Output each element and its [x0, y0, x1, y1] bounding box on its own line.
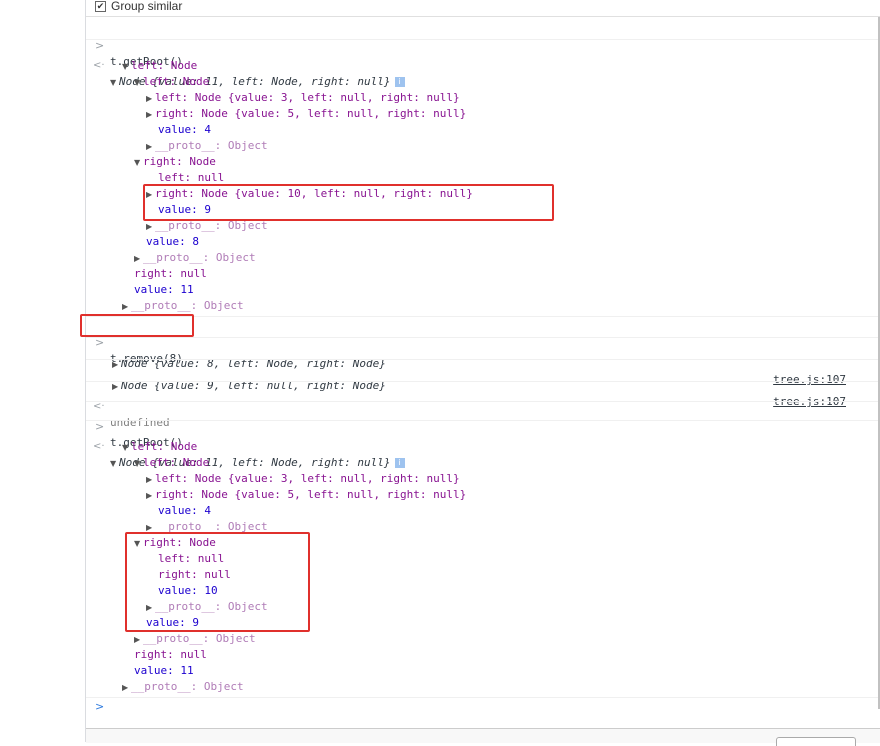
property-text: value: 11: [134, 283, 194, 296]
tree-property[interactable]: ▶ left: Node {value: 3, left: null, right…: [146, 471, 880, 487]
highlight-box: [143, 184, 554, 221]
property-text: right: null: [134, 648, 207, 661]
tree-property[interactable]: ▶ left: Node {value: 3, left: null, right…: [146, 90, 880, 106]
property-text: value: 11: [134, 664, 194, 677]
console-settings-bar: ✔ Group similar: [86, 0, 880, 17]
collapse-triangle-icon[interactable]: ▶: [146, 107, 155, 123]
collapse-triangle-icon[interactable]: ▶: [146, 91, 155, 107]
tree-property[interactable]: ▶ right: Node {value: 5, left: null, righ…: [146, 487, 880, 503]
tree-property-left-left[interactable]: ▼ left: Node: [134, 74, 880, 90]
tree-proto[interactable]: ▶ __proto__: Object: [122, 298, 880, 314]
console-panel: ✔ Group similar > t.getRoot() <· ▼ Node {…: [80, 0, 880, 746]
property-text: right: null: [134, 267, 207, 280]
tree-property-left[interactable]: ▼ left: Node: [122, 439, 880, 455]
collapse-triangle-icon[interactable]: ▶: [146, 472, 155, 488]
group-similar-label: Group similar: [111, 0, 183, 13]
property-text: right: Node: [143, 155, 216, 168]
result-object-summary[interactable]: <· ▼ Node {value: 11, left: Node, right: …: [86, 42, 880, 88]
result-object-summary[interactable]: <· ▼ Node {value: 11, left: Node, right: …: [86, 423, 880, 469]
expand-triangle-icon[interactable]: ▼: [122, 59, 131, 75]
tree-property-left-right[interactable]: ▼ right: Node: [134, 154, 880, 170]
property-text: left: null: [158, 171, 225, 184]
tree-proto[interactable]: ▶ __proto__: Object: [122, 679, 880, 695]
console-result-entry: <· undefined: [86, 383, 880, 429]
tree-proto[interactable]: ▶ __proto__: Object: [134, 631, 880, 647]
console-input-entry: > t.getRoot(): [86, 22, 880, 68]
property-text: left: Node: [143, 75, 210, 88]
console-input-entry: > t.remove(8): [86, 319, 880, 365]
collapse-triangle-icon[interactable]: ▶: [146, 139, 155, 155]
property-text: left: Node {value: 3, left: null, right:…: [155, 472, 460, 485]
console-input-entry: > t.getRoot(): [86, 403, 880, 449]
property-text: value: 8: [146, 235, 199, 248]
console-log-entry[interactable]: ▶ Node {value: 8, left: Node, right: Node…: [86, 340, 880, 386]
prompt-caret-icon: >: [95, 700, 105, 713]
return-arrow-icon: <·: [93, 60, 105, 71]
property-text: left: Node {value: 3, left: null, right:…: [155, 91, 460, 104]
proto-text: __proto__: Object: [143, 251, 256, 264]
collapse-triangle-icon[interactable]: ▶: [122, 299, 131, 315]
collapse-triangle-icon[interactable]: ▶: [146, 488, 155, 504]
property-text: left: Node: [131, 59, 198, 72]
tree-property: value: 11: [134, 663, 880, 679]
collapse-triangle-icon[interactable]: ▶: [134, 251, 143, 267]
console-log-entry[interactable]: ▶ Node {value: 9, left: null, right: Node…: [86, 362, 880, 408]
proto-text: __proto__: Object: [131, 680, 244, 693]
tree-proto[interactable]: ▶ __proto__: Object: [146, 138, 880, 154]
tree-property: right: null: [134, 266, 880, 282]
tree-property: value: 4: [158, 503, 880, 519]
highlight-box: [125, 532, 310, 632]
tree-property: right: null: [134, 647, 880, 663]
tree-property: value: 4: [158, 122, 880, 138]
expand-triangle-icon[interactable]: ▼: [134, 456, 143, 472]
collapse-triangle-icon[interactable]: ▶: [122, 680, 131, 696]
expand-triangle-icon[interactable]: ▼: [110, 75, 119, 91]
tree-property: value: 8: [146, 234, 880, 250]
return-arrow-icon: <·: [93, 441, 105, 452]
expand-triangle-icon[interactable]: ▼: [122, 440, 131, 456]
property-text: value: 4: [158, 504, 211, 517]
expand-triangle-icon[interactable]: ▼: [134, 75, 143, 91]
tree-property-left-left[interactable]: ▼ left: Node: [134, 455, 880, 471]
console-prompt-input[interactable]: >: [86, 700, 880, 716]
tree-proto[interactable]: ▶ __proto__: Object: [134, 250, 880, 266]
property-text: right: Node {value: 5, left: null, right…: [155, 107, 467, 120]
group-similar-checkbox[interactable]: ✔: [95, 1, 106, 12]
expand-triangle-icon[interactable]: ▼: [110, 456, 119, 472]
collapse-triangle-icon[interactable]: ▶: [134, 632, 143, 648]
proto-text: __proto__: Object: [131, 299, 244, 312]
proto-text: __proto__: Object: [143, 632, 256, 645]
expand-triangle-icon[interactable]: ▼: [134, 155, 143, 171]
highlight-box: [80, 314, 194, 337]
property-text: right: Node {value: 5, left: null, right…: [155, 488, 467, 501]
tree-property-left[interactable]: ▼ left: Node: [122, 58, 880, 74]
property-text: value: 4: [158, 123, 211, 136]
collapse-triangle-icon[interactable]: ▶: [146, 219, 155, 235]
drawer-bottom-bar: [86, 728, 880, 746]
tree-property: value: 11: [134, 282, 880, 298]
property-text: left: Node: [131, 440, 198, 453]
property-text: left: Node: [143, 456, 210, 469]
proto-text: __proto__: Object: [155, 139, 268, 152]
tree-property[interactable]: ▶ right: Node {value: 5, left: null, righ…: [146, 106, 880, 122]
